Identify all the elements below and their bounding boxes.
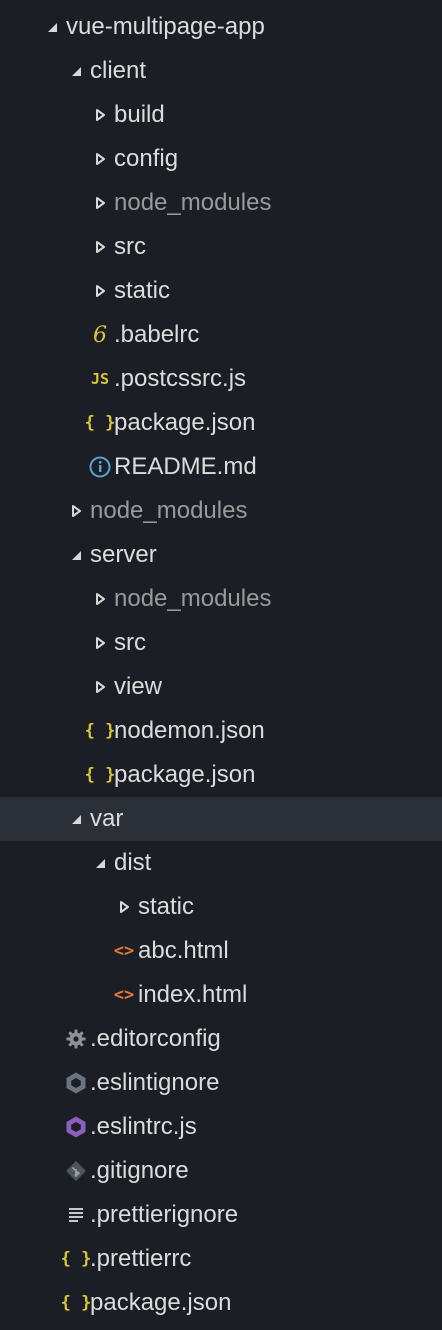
file-item-eslintrc-js[interactable]: .eslintrc.js xyxy=(0,1105,442,1149)
chevron-collapsed-icon[interactable] xyxy=(88,93,112,137)
folder-label: node_modules xyxy=(114,189,272,216)
file-item-package-json[interactable]: { } package.json xyxy=(0,1281,442,1325)
file-item-abc-html[interactable]: <> abc.html xyxy=(0,929,442,973)
folder-item-view[interactable]: view xyxy=(0,665,442,709)
folder-item-static[interactable]: static xyxy=(0,885,442,929)
chevron-expanded-icon[interactable] xyxy=(40,5,64,49)
folder-label: static xyxy=(138,893,195,920)
file-explorer-tree: vue-multipage-app client build config node_m… xyxy=(0,0,442,1325)
file-label: .eslintignore xyxy=(90,1069,220,1096)
folder-item-server[interactable]: server xyxy=(0,533,442,577)
file-label: abc.html xyxy=(138,937,229,964)
file-item-readme-md[interactable]: README.md xyxy=(0,445,442,489)
chevron-collapsed-icon[interactable] xyxy=(64,489,88,533)
folder-item-config[interactable]: config xyxy=(0,137,442,181)
chevron-expanded-icon[interactable] xyxy=(64,49,88,93)
file-item-postcssrc-js[interactable]: JS .postcssrc.js xyxy=(0,357,442,401)
json-icon: { } xyxy=(60,1293,92,1313)
chevron-expanded-icon[interactable] xyxy=(64,533,88,577)
file-label: .editorconfig xyxy=(90,1025,221,1052)
file-label: package.json xyxy=(114,761,256,788)
folder-label: view xyxy=(114,673,163,700)
json-icon: { } xyxy=(84,765,116,785)
json-icon: { } xyxy=(60,1249,92,1269)
folder-label: src xyxy=(114,629,146,656)
folder-label: client xyxy=(90,57,147,84)
json-icon: { } xyxy=(84,721,116,741)
folder-label: node_modules xyxy=(114,585,272,612)
eslint-icon xyxy=(64,1105,88,1149)
file-label: index.html xyxy=(138,981,248,1008)
folder-label: var xyxy=(90,805,124,832)
babel-icon: 6 xyxy=(93,322,107,348)
folder-label: build xyxy=(114,101,165,128)
file-item-prettierignore[interactable]: .prettierignore xyxy=(0,1193,442,1237)
folder-item-vue-multipage-app[interactable]: vue-multipage-app xyxy=(0,5,442,49)
folder-item-dist[interactable]: dist xyxy=(0,841,442,885)
folder-label: node_modules xyxy=(90,497,248,524)
chevron-collapsed-icon[interactable] xyxy=(88,665,112,709)
folder-item-src[interactable]: src xyxy=(0,621,442,665)
file-label: README.md xyxy=(114,453,257,480)
folder-label: src xyxy=(114,233,146,260)
file-item-package-json[interactable]: { } package.json xyxy=(0,401,442,445)
lines-icon xyxy=(64,1193,88,1237)
eslint-ignore-icon xyxy=(64,1061,88,1105)
folder-item-node-modules[interactable]: node_modules xyxy=(0,577,442,621)
folder-label: static xyxy=(114,277,171,304)
chevron-expanded-icon[interactable] xyxy=(88,841,112,885)
chevron-collapsed-icon[interactable] xyxy=(88,137,112,181)
chevron-collapsed-icon[interactable] xyxy=(88,621,112,665)
file-item-gitignore[interactable]: .gitignore xyxy=(0,1149,442,1193)
folder-label: vue-multipage-app xyxy=(66,13,265,40)
chevron-collapsed-icon[interactable] xyxy=(88,225,112,269)
file-item-prettierrc[interactable]: { } .prettierrc xyxy=(0,1237,442,1281)
folder-item-build[interactable]: build xyxy=(0,93,442,137)
folder-item-static[interactable]: static xyxy=(0,269,442,313)
folder-label: dist xyxy=(114,849,152,876)
folder-item-src[interactable]: src xyxy=(0,225,442,269)
folder-item-node-modules[interactable]: node_modules xyxy=(0,181,442,225)
html-icon: <> xyxy=(113,941,135,961)
file-item-editorconfig[interactable]: .editorconfig xyxy=(0,1017,442,1061)
chevron-collapsed-icon[interactable] xyxy=(88,269,112,313)
file-item-eslintignore[interactable]: .eslintignore xyxy=(0,1061,442,1105)
file-item-babelrc[interactable]: 6 .babelrc xyxy=(0,313,442,357)
file-label: .eslintrc.js xyxy=(90,1113,197,1140)
chevron-expanded-icon[interactable] xyxy=(64,797,88,841)
file-label: package.json xyxy=(114,409,256,436)
folder-item-var[interactable]: var xyxy=(0,797,442,841)
info-icon xyxy=(88,445,112,489)
git-icon xyxy=(64,1149,88,1193)
folder-label: config xyxy=(114,145,179,172)
file-item-nodemon-json[interactable]: { } nodemon.json xyxy=(0,709,442,753)
chevron-collapsed-icon[interactable] xyxy=(112,885,136,929)
folder-label: server xyxy=(90,541,157,568)
file-label: .gitignore xyxy=(90,1157,189,1184)
file-label: nodemon.json xyxy=(114,717,265,744)
chevron-collapsed-icon[interactable] xyxy=(88,181,112,225)
folder-item-client[interactable]: client xyxy=(0,49,442,93)
chevron-collapsed-icon[interactable] xyxy=(88,577,112,621)
file-item-package-json[interactable]: { } package.json xyxy=(0,753,442,797)
javascript-icon: JS xyxy=(90,370,110,388)
file-item-index-html[interactable]: <> index.html xyxy=(0,973,442,1017)
file-label: .postcssrc.js xyxy=(114,365,247,392)
file-label: .prettierignore xyxy=(90,1201,239,1228)
folder-item-node-modules[interactable]: node_modules xyxy=(0,489,442,533)
file-label: .prettierrc xyxy=(90,1245,192,1272)
gear-icon xyxy=(64,1017,88,1061)
html-icon: <> xyxy=(113,985,135,1005)
file-label: package.json xyxy=(90,1289,232,1316)
json-icon: { } xyxy=(84,413,116,433)
file-label: .babelrc xyxy=(114,321,200,348)
